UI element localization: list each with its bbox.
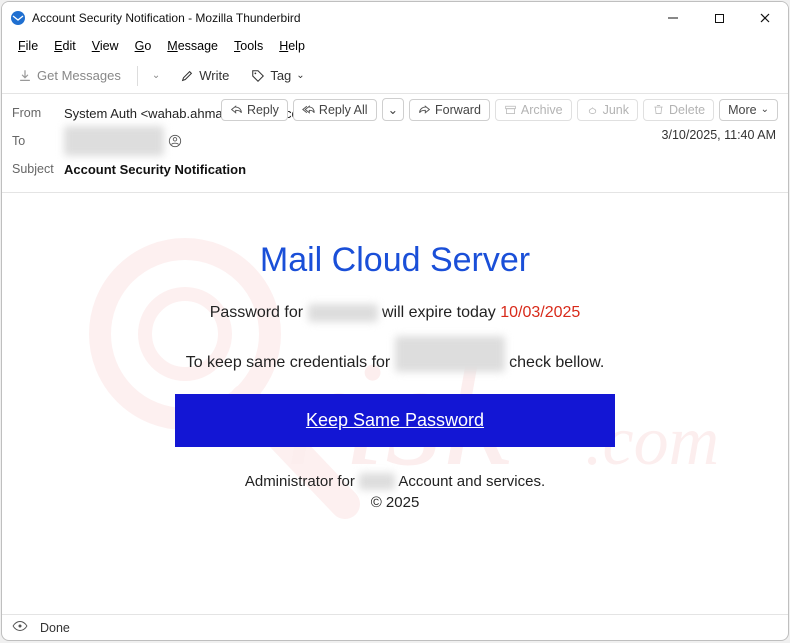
forward-label: Forward [435,103,481,117]
keep-password-button[interactable]: Keep Same Password [175,394,615,447]
separator [137,66,138,86]
mail-line-1: Password for redacted will expire today … [42,304,748,322]
reply-all-button[interactable]: Reply All [293,99,377,121]
statusbar: Done [2,614,788,640]
write-button[interactable]: Write [172,64,237,87]
to-redacted: redacted recipient [64,126,164,156]
menu-message[interactable]: Message [159,37,226,55]
to-label: To [12,134,64,148]
more-button[interactable]: More ⌄ [719,99,778,121]
get-messages-button[interactable]: Get Messages [10,64,129,87]
menu-edit[interactable]: Edit [46,37,84,55]
reply-all-label: Reply All [319,103,368,117]
subject-label: Subject [12,162,64,176]
archive-button[interactable]: Archive [495,99,572,121]
message-date: 3/10/2025, 11:40 AM [662,128,776,142]
reply-button[interactable]: Reply [221,99,288,121]
text: Administrator for [245,473,359,490]
subject-value: Account Security Notification [64,162,246,177]
archive-label: Archive [521,103,563,117]
get-messages-label: Get Messages [37,68,121,83]
contact-icon[interactable] [168,134,182,148]
reply-all-dropdown[interactable]: ⌄ [382,98,404,121]
redacted-text: redacted domain [395,336,505,372]
menubar: File Edit View Go Message Tools Help [2,34,788,58]
tag-button[interactable]: Tag ⌄ [243,64,312,87]
write-label: Write [199,68,229,83]
expiry-date: 10/03/2025 [500,304,580,321]
text: To keep same credentials for [186,354,395,371]
to-value[interactable]: redacted recipient [64,126,182,156]
titlebar: Account Security Notification - Mozilla … [2,2,788,34]
junk-button[interactable]: Junk [577,99,638,121]
mail-title: Mail Cloud Server [42,241,748,280]
mail-copyright: © 2025 [42,494,748,511]
junk-label: Junk [603,103,629,117]
text: Password for [210,304,308,321]
message-headers: From System Auth <wahab.ahmad@qrilabs.co… [2,94,788,193]
text: will expire today [382,304,500,321]
header-actions: Reply Reply All ⌄ Forward Archive Junk [221,98,778,121]
mail-foot-1: Administrator for red Account and servic… [42,473,748,490]
menu-tools[interactable]: Tools [226,37,271,55]
message-body: risk .com Mail Cloud Server Password for… [2,193,788,614]
redacted-text: redacted [308,304,378,322]
from-label: From [12,106,64,120]
thunderbird-icon [10,10,26,26]
chevron-down-icon: ⌄ [761,104,769,115]
status-text: Done [40,621,70,635]
forward-button[interactable]: Forward [409,99,490,121]
menu-file[interactable]: File [10,37,46,55]
tag-label: Tag [270,68,291,83]
connection-icon[interactable] [12,620,28,635]
delete-label: Delete [669,103,705,117]
mail-line-2: To keep same credentials for redacted do… [42,336,748,372]
menu-help[interactable]: Help [271,37,313,55]
window-title: Account Security Notification - Mozilla … [32,11,301,25]
reply-label: Reply [247,103,279,117]
redacted-text: red [359,473,395,490]
menu-go[interactable]: Go [127,37,160,55]
text: Account and services. [398,473,545,490]
chevron-down-icon: ⌄ [296,70,304,81]
maximize-button[interactable] [696,2,742,34]
delete-button[interactable]: Delete [643,99,714,121]
mail-content: Mail Cloud Server Password for redacted … [42,241,748,511]
get-messages-dropdown[interactable]: ⌄ [146,66,166,85]
menu-view[interactable]: View [84,37,127,55]
text: check bellow. [509,354,604,371]
minimize-button[interactable] [650,2,696,34]
more-label: More [728,103,756,117]
toolbar: Get Messages ⌄ Write Tag ⌄ [2,58,788,94]
close-button[interactable] [742,2,788,34]
